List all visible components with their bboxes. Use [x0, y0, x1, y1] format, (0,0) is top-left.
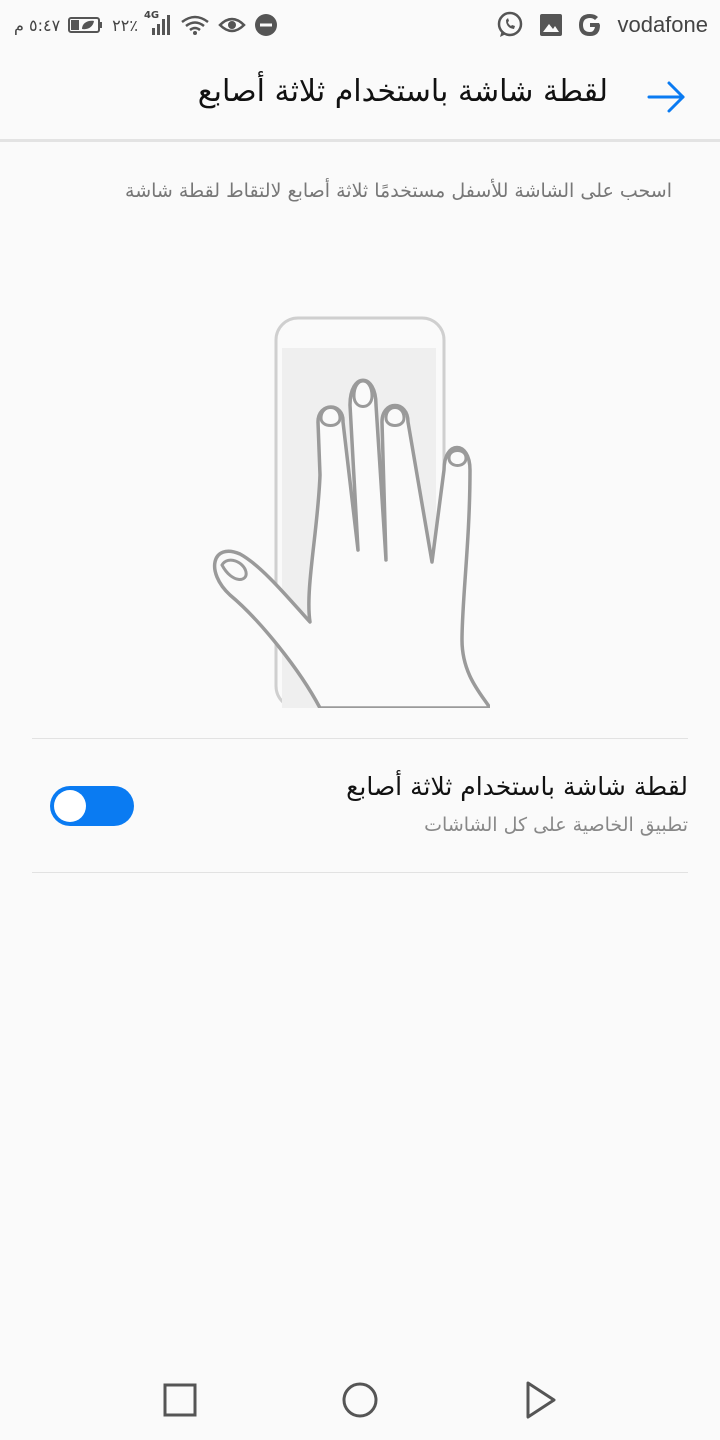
network-type-label: 4G: [143, 10, 160, 21]
navigation-bar: [0, 1360, 720, 1440]
battery-percent: ٢٢٪: [112, 15, 138, 35]
app-header: لقطة شاشة باستخدام ثلاثة أصابع: [0, 50, 720, 142]
setting-title: لقطة شاشة باستخدام ثلاثة أصابع: [346, 772, 688, 801]
status-time: ٥:٤٧ م: [14, 15, 61, 35]
recent-apps-icon[interactable]: [158, 1378, 202, 1422]
status-bar: ٥:٤٧ م ٢٢٪ 4G vodafone: [0, 0, 720, 50]
status-bar-left: ٥:٤٧ م ٢٢٪ 4G: [14, 8, 278, 42]
gesture-description: اسحب على الشاشة للأسفل مستخدمًا ثلاثة أص…: [125, 180, 672, 202]
setting-subtitle: تطبيق الخاصية على كل الشاشات: [424, 814, 688, 836]
carrier-name: vodafone: [617, 12, 708, 37]
signal-icon: 4G: [144, 10, 172, 36]
page-title: لقطة شاشة باستخدام ثلاثة أصابع: [197, 74, 608, 109]
arrow-right-icon[interactable]: [646, 76, 688, 118]
image-icon: [539, 13, 563, 37]
status-bar-right: vodafone: [495, 8, 708, 42]
wifi-icon: [180, 14, 210, 36]
divider-bottom: [32, 872, 688, 873]
toggle-knob: [54, 790, 86, 822]
whatsapp-icon: [495, 10, 525, 40]
back-icon[interactable]: [518, 1378, 562, 1422]
google-icon: [577, 12, 603, 38]
three-finger-gesture-illustration: [200, 310, 492, 710]
three-finger-screenshot-toggle[interactable]: [50, 786, 134, 826]
eye-icon: [218, 15, 246, 35]
home-icon[interactable]: [338, 1378, 382, 1422]
three-finger-screenshot-setting[interactable]: لقطة شاشة باستخدام ثلاثة أصابع تطبيق الخ…: [0, 740, 720, 872]
divider-top: [32, 738, 688, 739]
do-not-disturb-icon: [254, 13, 278, 37]
leaf-battery-icon: [68, 15, 104, 35]
